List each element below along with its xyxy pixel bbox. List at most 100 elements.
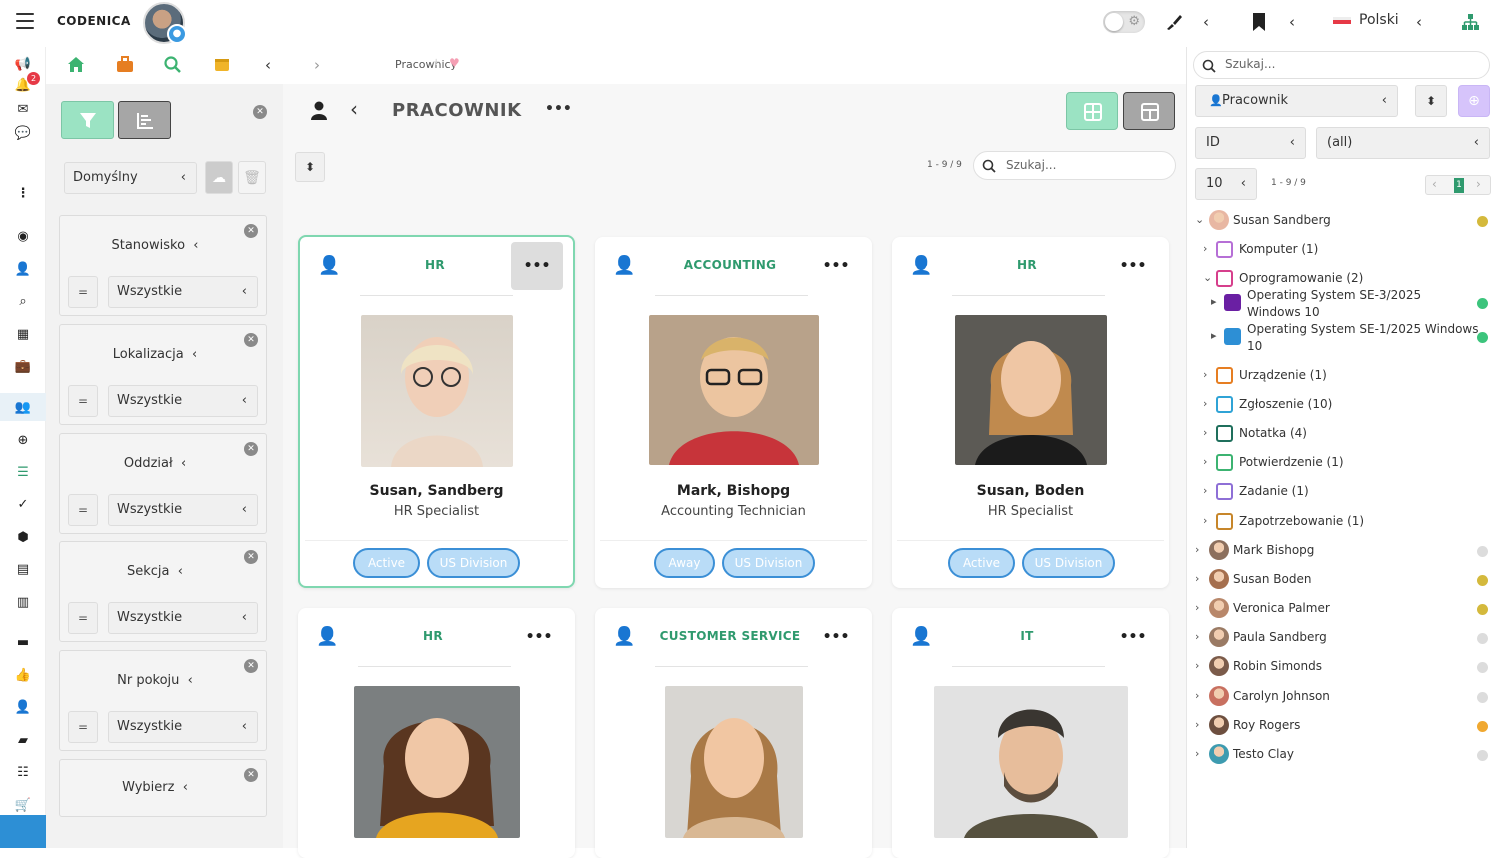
- employee-card[interactable]: 👤 IT •••: [892, 608, 1169, 858]
- calendar-icon[interactable]: [214, 56, 230, 72]
- megaphone-icon[interactable]: 📢: [14, 56, 32, 74]
- trash-button[interactable]: 🗑: [238, 161, 266, 194]
- sort-toggle-button[interactable]: ⬍: [1415, 85, 1447, 117]
- status-badge[interactable]: Active: [353, 548, 420, 578]
- status-badge[interactable]: Away: [654, 548, 715, 578]
- tree-row[interactable]: › Notatka (4): [1190, 420, 1493, 449]
- page-size-select[interactable]: 10 ‹: [1195, 168, 1257, 200]
- chevron-right-icon[interactable]: ›: [1195, 630, 1199, 643]
- tree-row[interactable]: ▸ Operating System SE-3/2025 Windows 10: [1190, 288, 1493, 319]
- chevron-right-icon[interactable]: ›: [1203, 484, 1207, 497]
- chevron-right-icon[interactable]: ›: [1203, 397, 1207, 410]
- next-page-icon[interactable]: ›: [1476, 177, 1481, 191]
- tree-row[interactable]: › Susan Boden: [1190, 566, 1493, 595]
- card-menu-button[interactable]: •••: [513, 613, 565, 661]
- heart-icon[interactable]: ♥: [449, 56, 460, 70]
- tree-row[interactable]: › Potwierdzenie (1): [1190, 449, 1493, 478]
- remove-filter-icon[interactable]: ✕: [244, 333, 258, 347]
- filter-group-label[interactable]: Oddział ‹: [60, 456, 250, 471]
- close-filters-icon[interactable]: ✕: [253, 105, 267, 119]
- tree-row[interactable]: › Zadanie (1): [1190, 478, 1493, 507]
- cloud-save-button[interactable]: ☁: [205, 161, 233, 194]
- filter-operator[interactable]: =: [68, 711, 98, 743]
- plus-circle-icon[interactable]: ⊕: [14, 432, 32, 450]
- back-chevron-icon[interactable]: ‹: [350, 97, 358, 121]
- bookmark-icon[interactable]: [1251, 12, 1267, 32]
- entity-select[interactable]: 👤 Pracownik ‹: [1195, 85, 1398, 117]
- document-icon[interactable]: ▤: [14, 561, 32, 579]
- current-page[interactable]: 1: [1454, 178, 1464, 193]
- chevron-right-icon[interactable]: ›: [1195, 572, 1199, 585]
- field-select[interactable]: ID ‹: [1195, 127, 1306, 159]
- chevron-right-icon[interactable]: ›: [1195, 718, 1199, 731]
- filter-value-select[interactable]: Wszystkie ‹: [108, 494, 258, 526]
- remove-filter-icon[interactable]: ✕: [244, 550, 258, 564]
- chevron-right-icon[interactable]: ▸: [1211, 295, 1217, 308]
- list-icon[interactable]: ☰: [14, 464, 32, 482]
- ticket-icon[interactable]: ▬: [14, 634, 32, 652]
- filter-value-select[interactable]: Wszystkie ‹: [108, 602, 258, 634]
- filter-operator[interactable]: =: [68, 385, 98, 417]
- card-menu-button[interactable]: •••: [1107, 613, 1159, 661]
- chevron-right-icon[interactable]: ›: [1195, 543, 1199, 556]
- chevron-right-icon[interactable]: ›: [1203, 242, 1207, 255]
- tree-row[interactable]: ▸ Operating System SE-1/2025 Windows 10: [1190, 322, 1493, 353]
- chevron-right-icon[interactable]: ›: [1195, 601, 1199, 614]
- division-badge[interactable]: US Division: [722, 548, 815, 578]
- card-menu-button[interactable]: •••: [511, 242, 563, 290]
- main-search[interactable]: Szukaj...: [973, 151, 1176, 180]
- division-badge[interactable]: US Division: [1022, 548, 1115, 578]
- chevron-left-icon[interactable]: ‹: [1416, 13, 1422, 31]
- status-badge[interactable]: Active: [948, 548, 1015, 578]
- remove-filter-icon[interactable]: ✕: [244, 768, 258, 782]
- filter-group-label[interactable]: Sekcja ‹: [60, 564, 250, 579]
- remove-filter-icon[interactable]: ✕: [244, 659, 258, 673]
- rail-bottom-tab[interactable]: [0, 815, 46, 848]
- filter-operator[interactable]: =: [68, 602, 98, 634]
- prev-page-icon[interactable]: ‹: [1432, 177, 1437, 191]
- filter-preset-select[interactable]: Domyślny ‹: [64, 162, 197, 194]
- chevron-down-icon[interactable]: ⌄: [1203, 271, 1212, 284]
- chevron-right-icon[interactable]: ›: [1203, 514, 1207, 527]
- filter-value-select[interactable]: Wszystkie ‹: [108, 276, 258, 308]
- more-vertical-icon[interactable]: ⋮: [14, 185, 32, 203]
- tree-row[interactable]: › Zgłoszenie (10): [1190, 391, 1493, 420]
- filter-button[interactable]: [61, 101, 114, 139]
- chevron-right-icon[interactable]: ▸: [1211, 329, 1217, 342]
- filter-value-select[interactable]: Wszystkie ‹: [108, 385, 258, 417]
- more-options-icon[interactable]: •••: [545, 101, 572, 117]
- filter-value-select[interactable]: Wszystkie ‹: [108, 711, 258, 743]
- card-menu-button[interactable]: •••: [810, 613, 862, 661]
- breadcrumb[interactable]: Pracownicy: [395, 58, 457, 71]
- tree-row[interactable]: ⌄ Susan Sandberg: [1190, 207, 1493, 236]
- chat-icon[interactable]: 💬: [14, 125, 32, 143]
- menu-icon[interactable]: [16, 13, 34, 29]
- chevron-right-icon[interactable]: ›: [1195, 659, 1199, 672]
- cart-icon[interactable]: 🛒: [14, 797, 32, 815]
- back-chevron-icon[interactable]: ‹: [265, 56, 271, 74]
- card-menu-button[interactable]: •••: [1107, 242, 1159, 290]
- briefcase-icon[interactable]: 💼: [14, 358, 32, 376]
- search-icon[interactable]: ⌕: [14, 293, 32, 311]
- tree-row[interactable]: › Testo Clay: [1190, 741, 1493, 770]
- filter-operator[interactable]: =: [68, 494, 98, 526]
- employee-card[interactable]: 👤 HR •••: [298, 608, 575, 858]
- filter-group-label[interactable]: Wybierz ‹: [60, 780, 250, 795]
- search-icon[interactable]: [164, 56, 182, 74]
- cubes-icon[interactable]: ⬢: [14, 529, 32, 547]
- home-icon[interactable]: [67, 56, 85, 73]
- tree-row[interactable]: › Paula Sandberg: [1190, 624, 1493, 653]
- tree-row[interactable]: › Zapotrzebowanie (1): [1190, 508, 1493, 537]
- tree-search[interactable]: Szukaj...: [1193, 51, 1490, 79]
- tasks-icon[interactable]: ☷: [14, 764, 32, 782]
- chevron-right-icon[interactable]: ›: [1203, 368, 1207, 381]
- tree-row[interactable]: › Robin Simonds: [1190, 653, 1493, 682]
- employee-card[interactable]: 👤 CUSTOMER SERVICE •••: [595, 608, 872, 858]
- chevron-left-icon[interactable]: ‹: [1203, 13, 1209, 31]
- table-view-button[interactable]: [1123, 92, 1175, 130]
- building-icon[interactable]: ▥: [14, 594, 32, 612]
- employee-card[interactable]: 👤 HR ••• Susan, Boden HR Specialist Acti…: [892, 237, 1169, 588]
- filter-group-label[interactable]: Nr pokoju ‹: [60, 673, 250, 688]
- add-button[interactable]: ⊕: [1458, 85, 1490, 117]
- filter-group-label[interactable]: Stanowisko ‹: [60, 238, 250, 253]
